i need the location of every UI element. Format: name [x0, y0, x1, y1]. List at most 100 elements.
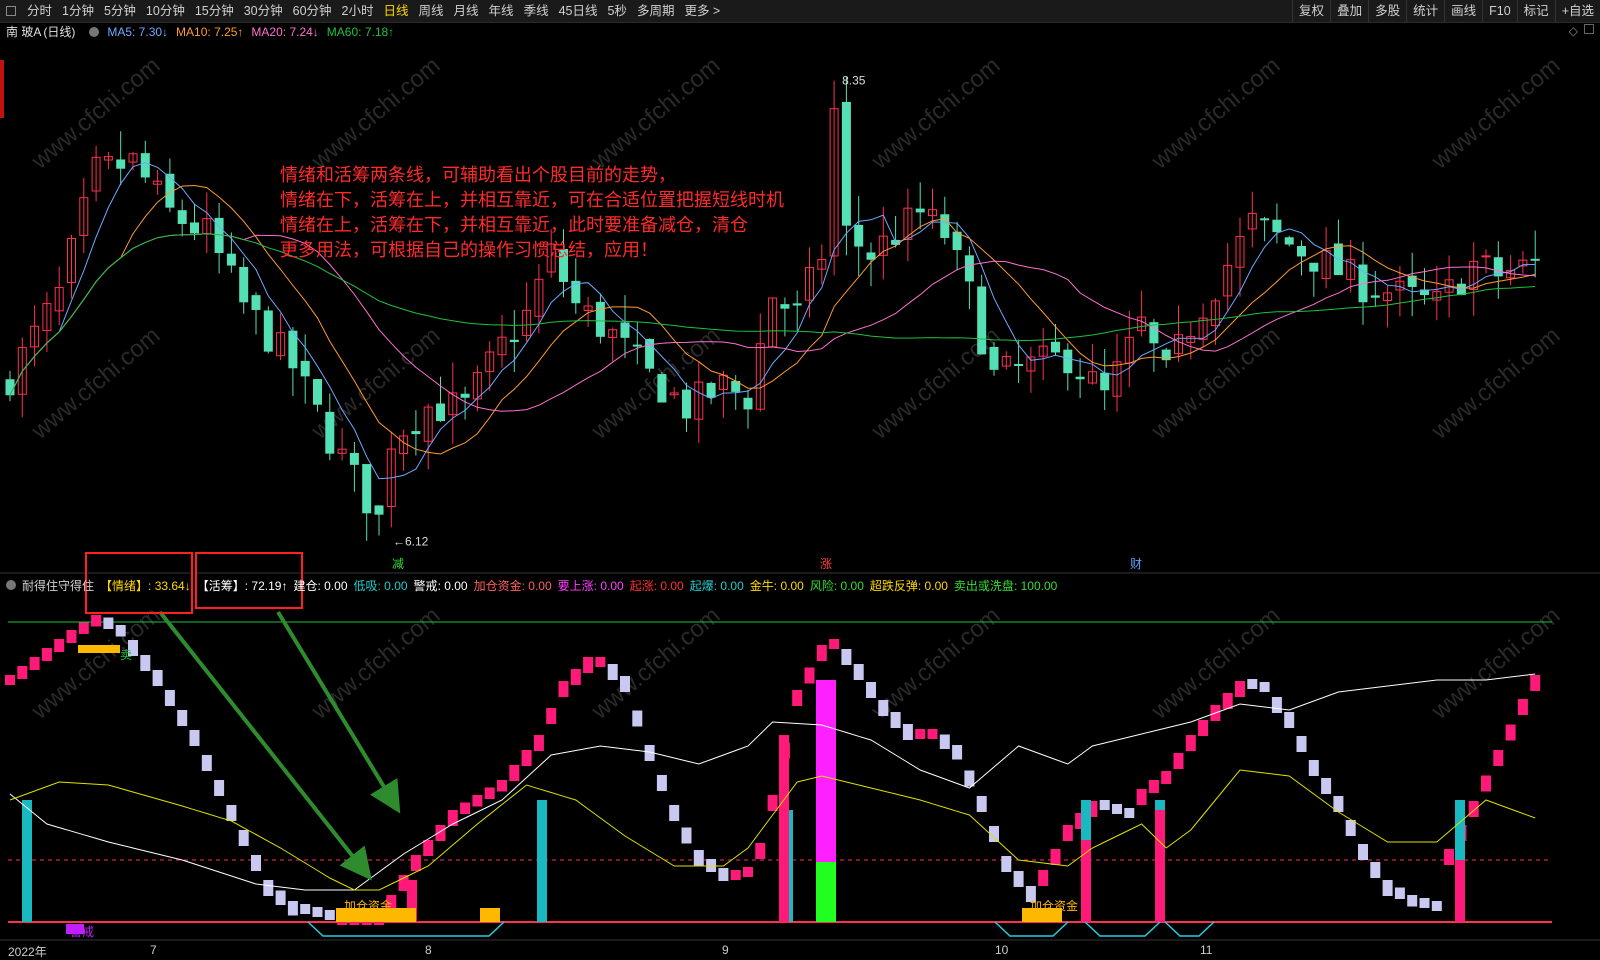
oscillator-box: [976, 796, 987, 812]
oscillator-box: [1271, 697, 1282, 713]
oscillator-box: [730, 870, 741, 880]
stock-name[interactable]: 南 玻A: [6, 23, 41, 40]
indicator-value-label: 【活筹】: [196, 578, 245, 593]
oscillator-box: [1382, 880, 1393, 896]
candle-body: [620, 322, 630, 338]
indicator-value-number: : 0.00: [713, 578, 744, 593]
oscillator-box: [816, 645, 827, 661]
oscillator-box: [878, 700, 889, 716]
oscillator-box: [17, 666, 28, 679]
signal-bar: [779, 735, 789, 922]
indicator-value-label: 【情绪】: [100, 578, 149, 593]
kline-chart: www.cfchi.com www.cfchi.com www.cfchi.com w…: [0, 52, 1600, 941]
oscillator-box: [767, 795, 778, 811]
oscillator-box: [1050, 849, 1061, 865]
candle-body: [190, 222, 199, 234]
candle-body: [977, 286, 987, 355]
oscillator-box: [287, 901, 298, 916]
oscillator-box: [829, 639, 840, 649]
candle-body: [780, 304, 790, 309]
indicator-name[interactable]: 耐得住守得住: [22, 577, 94, 594]
indicator-value: 卖出或洗盘: 100.00: [954, 577, 1057, 594]
indicator-value-label: 加仓资金: [473, 578, 522, 593]
add-position-block: [78, 645, 120, 653]
indicator-settings-icon[interactable]: [89, 26, 100, 37]
indicator-value-label: 卖出或洗盘: [953, 578, 1014, 593]
indicator-value-number: : 0.00: [377, 578, 408, 593]
diamond-icon[interactable]: ◇: [1569, 24, 1578, 38]
time-axis-label: 9: [722, 943, 729, 957]
oscillator-box: [91, 615, 102, 627]
oscillator-box: [915, 729, 926, 739]
oscillator-box: [927, 729, 938, 739]
oscillator-box: [792, 690, 803, 706]
event-marker: 财: [1130, 557, 1142, 571]
candle-body: [1260, 218, 1270, 221]
oscillator-box: [152, 670, 163, 686]
time-axis-label: 11: [1200, 943, 1213, 957]
oscillator-box: [1296, 736, 1307, 752]
indicator-label: 卖: [120, 648, 132, 662]
candle-body: [177, 210, 187, 224]
annotation-line: 情绪在上，活筹在下，并相互靠近，此时要准备减仓，清仓: [280, 215, 748, 235]
indicator-value-number: : 0.00: [521, 578, 552, 593]
oscillator-box: [1481, 775, 1491, 792]
indicator-value: 超跌反弹: 0.00: [870, 577, 948, 594]
oscillator-box: [484, 787, 495, 799]
oscillator-box: [54, 639, 65, 652]
indicator-value-label: 起涨: [629, 578, 654, 593]
oscillator-box: [140, 655, 151, 671]
candle-body: [411, 431, 421, 435]
ma20-value: MA20: 7.24↓: [251, 24, 319, 39]
candle-body: [1063, 349, 1073, 374]
watermark-text: www.cfchi.com: [306, 52, 446, 175]
oscillator-box: [115, 625, 126, 637]
oscillator-box: [1198, 720, 1209, 736]
oscillator-box: [1013, 871, 1024, 887]
indicator-value: 风险: 0.00: [810, 577, 864, 594]
candle-body: [436, 403, 445, 422]
oscillator-box: [177, 710, 188, 726]
candle-body: [325, 411, 335, 454]
oscillator-box: [583, 657, 594, 673]
annotation-line: 更多用法，可根据自己的操作习惯总结，应用！: [280, 240, 658, 260]
candle-body: [1014, 363, 1024, 366]
chips-line: [9, 673, 1536, 891]
candle-body: [362, 464, 372, 514]
oscillator-box: [1530, 675, 1541, 691]
oscillator-box: [103, 617, 114, 629]
oscillator-box: [312, 907, 323, 917]
oscillator-box: [423, 840, 434, 856]
oscillator-box: [853, 664, 864, 680]
time-axis-label: 10: [995, 943, 1009, 957]
oscillator-box: [251, 855, 261, 871]
candle-body: [989, 346, 999, 370]
signal-bar: [1455, 860, 1465, 922]
oscillator-box: [1222, 693, 1233, 709]
candle-body: [743, 397, 753, 410]
oscillator-box: [1468, 801, 1479, 817]
time-axis-label: 2022年: [8, 945, 47, 959]
candle-body: [509, 339, 519, 343]
indicator-toggle-icon[interactable]: [6, 580, 16, 590]
indicator-value-number: : 0.00: [593, 578, 624, 593]
oscillator-box: [669, 805, 680, 821]
indicator-value: 【活筹】: 72.19↑: [197, 577, 288, 594]
restore-panel-icon[interactable]: [1584, 24, 1594, 34]
event-marker: 涨: [820, 556, 832, 571]
oscillator-box: [632, 710, 643, 727]
signal-bar: [816, 862, 836, 922]
candle-body: [632, 344, 642, 347]
oscillator-box: [1370, 862, 1381, 878]
signal-bar: [1155, 810, 1165, 922]
oscillator-box: [1038, 870, 1049, 886]
oscillator-box: [410, 855, 421, 871]
oscillator-box: [939, 734, 950, 749]
oscillator-box: [1517, 699, 1528, 715]
oscillator-box: [1136, 789, 1147, 805]
indicator-value-label: 风险: [809, 578, 834, 593]
candle-body: [460, 393, 470, 398]
oscillator-box: [1419, 898, 1430, 908]
indicator-value-number: : 33.64↓: [148, 578, 191, 593]
oscillator-box: [214, 780, 225, 796]
